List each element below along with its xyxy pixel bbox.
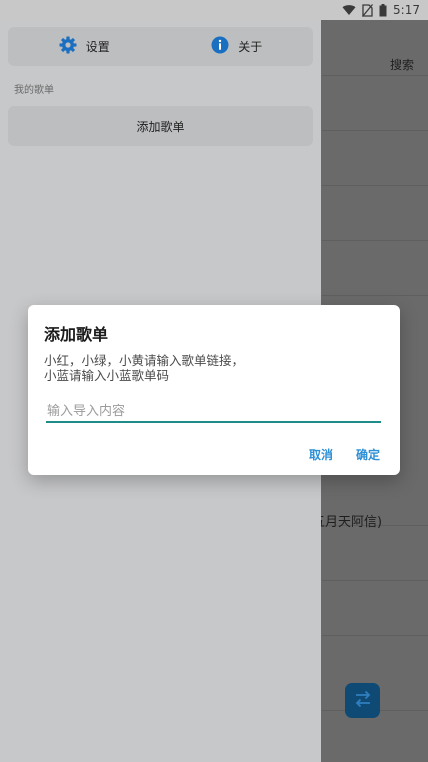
dialog-actions: 取消 确定 xyxy=(309,446,380,463)
about-button[interactable]: 关于 xyxy=(161,27,314,66)
settings-button[interactable]: 设置 xyxy=(8,27,161,66)
settings-label: 设置 xyxy=(85,40,110,54)
search-button[interactable]: 搜索 xyxy=(390,56,414,73)
dialog-message-line1: 小红，小绿，小黄请输入歌单链接， xyxy=(44,353,245,368)
no-sim-icon xyxy=(362,3,374,17)
swap-arrows-icon xyxy=(353,690,373,712)
info-icon xyxy=(211,36,229,57)
cancel-button[interactable]: 取消 xyxy=(309,446,333,463)
confirm-button[interactable]: 确定 xyxy=(356,446,380,463)
battery-icon xyxy=(379,3,387,17)
status-bar: 5:17 xyxy=(0,0,428,20)
add-playlist-button[interactable]: 添加歌单 xyxy=(8,106,313,146)
status-time: 5:17 xyxy=(393,3,420,17)
wifi-icon xyxy=(342,4,356,16)
drawer-top-bar: 设置 关于 xyxy=(8,27,313,66)
import-content-input[interactable] xyxy=(46,401,381,423)
dialog-title: 添加歌单 xyxy=(44,325,109,344)
swap-button[interactable] xyxy=(345,683,380,718)
add-playlist-dialog: 添加歌单 小红，小绿，小黄请输入歌单链接， 小蓝请输入小蓝歌单码 取消 确定 xyxy=(28,305,400,475)
gear-icon xyxy=(59,36,77,57)
my-playlists-heading: 我的歌单 xyxy=(14,85,54,96)
dialog-message-line2: 小蓝请输入小蓝歌单码 xyxy=(44,368,170,383)
about-label: 关于 xyxy=(238,40,263,54)
song-artist-fragment: 五月天阿信) xyxy=(312,515,383,530)
dialog-message: 小红，小绿，小黄请输入歌单链接， 小蓝请输入小蓝歌单码 xyxy=(44,353,244,383)
